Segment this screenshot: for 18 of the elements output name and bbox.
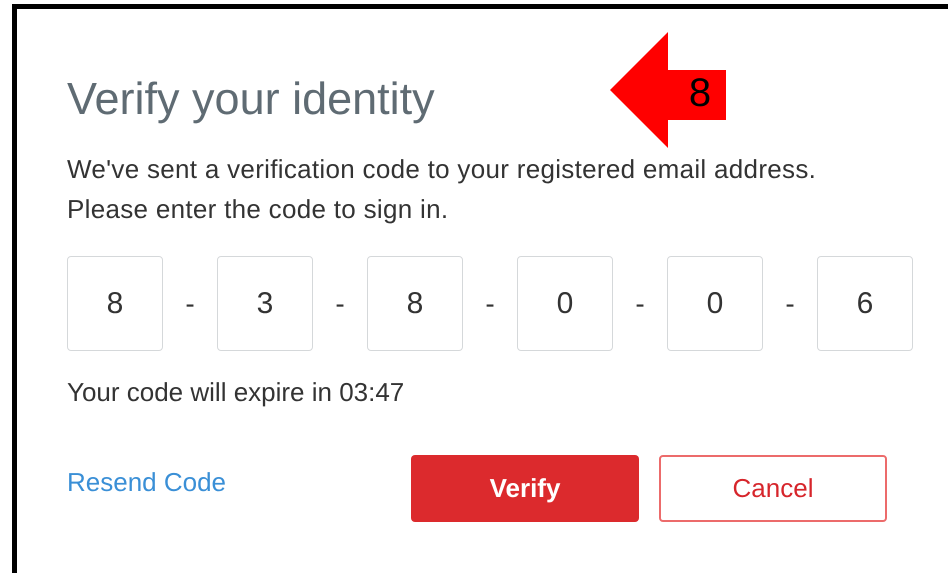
- code-digit-field[interactable]: 3: [217, 256, 313, 351]
- code-digit-field[interactable]: 8: [67, 256, 163, 351]
- expiry-text: Your code will expire in 03:47: [67, 376, 406, 409]
- arrow-annotation-icon: [610, 32, 726, 148]
- code-digit-field[interactable]: 0: [667, 256, 763, 351]
- instruction-text: We've sent a verification code to your registered email address. Please enter the code to sign in.: [67, 153, 818, 226]
- digit-separator: -: [784, 288, 796, 320]
- cancel-button[interactable]: Cancel: [659, 455, 887, 522]
- digit-separator: -: [484, 288, 496, 320]
- code-digit-field[interactable]: 8: [367, 256, 463, 351]
- code-digit-field[interactable]: 6: [817, 256, 913, 351]
- dialog-title: Verify your identity: [67, 72, 435, 126]
- verify-button[interactable]: Verify: [411, 455, 639, 522]
- code-digit-field[interactable]: 0: [517, 256, 613, 351]
- digit-separator: -: [634, 288, 646, 320]
- digit-separator: -: [334, 288, 346, 320]
- digit-separator: -: [184, 288, 196, 320]
- annotation-label: 8: [688, 70, 712, 116]
